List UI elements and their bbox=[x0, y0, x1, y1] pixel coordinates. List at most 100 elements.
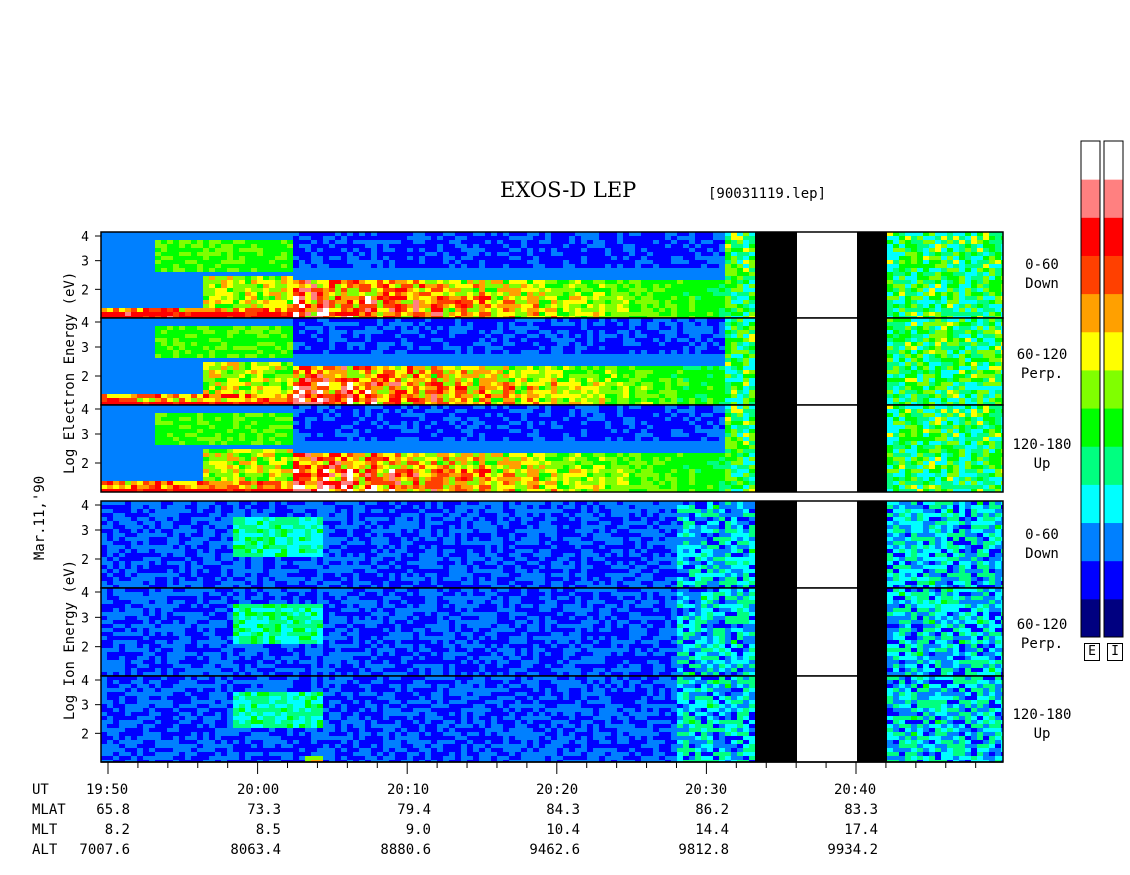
spectrogram-cell bbox=[125, 322, 131, 326]
spectrogram-cell bbox=[449, 382, 455, 386]
spectrogram-cell bbox=[113, 342, 119, 346]
spectrogram-cell bbox=[977, 252, 983, 256]
spectrogram-cell bbox=[605, 272, 611, 276]
spectrogram-cell bbox=[677, 264, 683, 268]
spectrogram-cell bbox=[671, 268, 677, 272]
spectrogram-cell bbox=[581, 252, 587, 256]
spectrogram-cell bbox=[647, 354, 653, 358]
spectrogram-cell bbox=[125, 300, 131, 304]
spectrogram-cell bbox=[533, 322, 539, 326]
spectrogram-cell bbox=[659, 354, 665, 358]
spectrogram-cell bbox=[449, 312, 455, 316]
spectrogram-cell bbox=[635, 390, 641, 394]
spectrogram-cell bbox=[473, 268, 479, 272]
spectrogram-cell bbox=[311, 312, 317, 316]
spectrogram-cell bbox=[569, 268, 575, 272]
spectrogram-cell bbox=[167, 346, 173, 350]
spectrogram-cell bbox=[167, 350, 173, 354]
spectrogram-cell bbox=[371, 398, 377, 402]
spectrogram-cell bbox=[185, 272, 191, 276]
spectrogram-cell bbox=[917, 260, 923, 264]
spectrogram-cell bbox=[383, 362, 389, 366]
spectrogram-cell bbox=[407, 308, 413, 312]
spectrogram-cell bbox=[923, 292, 929, 296]
spectrogram-cell bbox=[623, 330, 629, 334]
spectrogram-cell bbox=[191, 236, 197, 240]
spectrogram-cell bbox=[629, 244, 635, 248]
spectrogram-cell bbox=[665, 338, 671, 342]
spectrogram-cell bbox=[431, 300, 437, 304]
spectrogram-cell bbox=[167, 378, 173, 382]
spectrogram-cell bbox=[557, 342, 563, 346]
spectrogram-cell bbox=[977, 240, 983, 244]
spectrogram-cell bbox=[719, 300, 725, 304]
spectrogram-cell bbox=[623, 366, 629, 370]
spectrogram-cell bbox=[593, 304, 599, 308]
spectrogram-cell bbox=[125, 304, 131, 308]
spectrogram-cell bbox=[365, 382, 371, 386]
spectrogram-cell bbox=[515, 350, 521, 354]
spectrogram-cell bbox=[287, 346, 293, 350]
spectrogram-cell bbox=[119, 378, 125, 382]
spectrogram-cell bbox=[971, 296, 977, 300]
spectrogram-cell bbox=[599, 304, 605, 308]
spectrogram-cell bbox=[581, 386, 587, 390]
spectrogram-cell bbox=[743, 272, 749, 276]
spectrogram-cell bbox=[251, 236, 257, 240]
spectrogram-cell bbox=[701, 300, 707, 304]
spectrogram-cell bbox=[191, 300, 197, 304]
spectrogram-cell bbox=[251, 366, 257, 370]
spectrogram-cell bbox=[137, 354, 143, 358]
spectrogram-cell bbox=[185, 296, 191, 300]
spectrogram-cell bbox=[221, 268, 227, 272]
spectrogram-cell bbox=[743, 288, 749, 292]
spectrogram-cell bbox=[659, 280, 665, 284]
spectrogram-cell bbox=[113, 308, 119, 312]
spectrogram-cell bbox=[209, 308, 215, 312]
spectrogram-cell bbox=[527, 280, 533, 284]
spectrogram-cell bbox=[323, 284, 329, 288]
spectrogram-cell bbox=[335, 330, 341, 334]
spectrogram-cell bbox=[149, 370, 155, 374]
spectrogram-cell bbox=[683, 240, 689, 244]
spectrogram-cell bbox=[485, 346, 491, 350]
spectrogram-cell bbox=[977, 312, 983, 316]
spectrogram-cell bbox=[653, 330, 659, 334]
spectrogram-cell bbox=[359, 362, 365, 366]
spectrogram-cell bbox=[161, 354, 167, 358]
spectrogram-cell bbox=[953, 292, 959, 296]
spectrogram-cell bbox=[725, 296, 731, 300]
spectrogram-cell bbox=[485, 358, 491, 362]
spectrogram-cell bbox=[989, 304, 995, 308]
spectrogram-cell bbox=[635, 322, 641, 326]
spectrogram-cell bbox=[749, 268, 755, 272]
spectrogram-cell bbox=[635, 330, 641, 334]
spectrogram-cell bbox=[383, 350, 389, 354]
spectrogram-cell bbox=[323, 252, 329, 256]
spectrogram-cell bbox=[659, 296, 665, 300]
spectrogram-cell bbox=[239, 398, 245, 402]
spectrogram-cell bbox=[563, 378, 569, 382]
spectrogram-cell bbox=[365, 338, 371, 342]
spectrogram-cell bbox=[155, 366, 161, 370]
spectrogram-cell bbox=[107, 300, 113, 304]
spectrogram-cell bbox=[491, 350, 497, 354]
spectrogram-cell bbox=[113, 362, 119, 366]
spectrogram-cell bbox=[701, 256, 707, 260]
spectrogram-cell bbox=[137, 296, 143, 300]
spectrogram-cell bbox=[887, 252, 893, 256]
spectrogram-cell bbox=[623, 362, 629, 366]
spectrogram-cell bbox=[977, 280, 983, 284]
spectrogram-cell bbox=[971, 304, 977, 308]
spectrogram-cell bbox=[533, 334, 539, 338]
spectrogram-cell bbox=[389, 264, 395, 268]
spectrogram-cell bbox=[131, 354, 137, 358]
spectrogram-cell bbox=[305, 350, 311, 354]
spectrogram-cell bbox=[893, 264, 899, 268]
spectrogram-cell bbox=[101, 394, 107, 398]
spectrogram-cell bbox=[719, 260, 725, 264]
spectrogram-cell bbox=[233, 382, 239, 386]
spectrogram-cell bbox=[413, 256, 419, 260]
spectrogram-cell bbox=[173, 300, 179, 304]
spectrogram-cell bbox=[575, 350, 581, 354]
